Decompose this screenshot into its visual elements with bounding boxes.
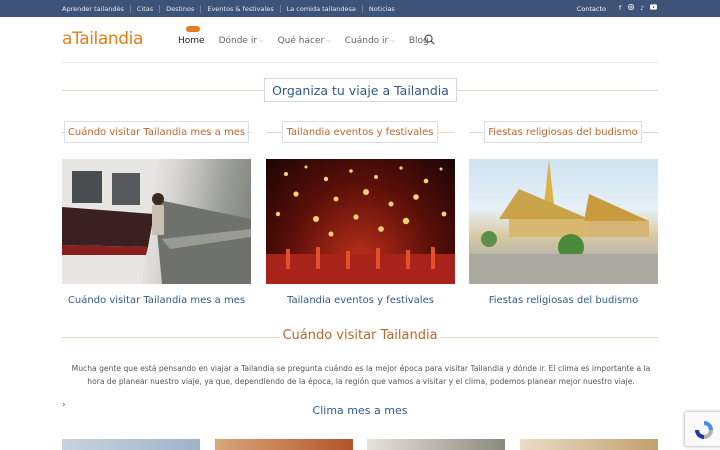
recaptcha-badge[interactable] [684, 411, 720, 447]
recaptcha-icon [695, 421, 713, 439]
page-title: Organiza tu viaje a Tailandia [264, 78, 457, 102]
chevron-down-icon: ⌵ [390, 37, 395, 44]
card-caption-fiestas[interactable]: Fiestas religiosas del budismo [469, 295, 658, 306]
tiktok-icon[interactable]: ♪ [639, 5, 645, 13]
chevron-down-icon: ⌵ [259, 37, 264, 44]
top-link-eventos[interactable]: Eventos & festivales [200, 4, 279, 13]
card-image-lanterns[interactable] [266, 159, 455, 284]
nav-home[interactable]: Home [178, 36, 205, 46]
subsection-title: Clima mes a mes [312, 404, 408, 417]
header-divider [62, 62, 658, 63]
instagram-icon[interactable] [628, 4, 634, 13]
top-right: Contacto f ♪ [577, 0, 657, 17]
month-thumb-1[interactable] [62, 439, 200, 450]
category-title-eventos[interactable]: Tailandia eventos y festivales [282, 121, 438, 143]
nav-donde-ir[interactable]: Dónde ir ⌵ [219, 36, 264, 46]
month-thumb-3[interactable] [367, 439, 505, 450]
top-bar: Aprender tailandés Citas Destinos Evento… [0, 0, 720, 17]
contact-link[interactable]: Contacto [577, 5, 606, 13]
top-link-aprender[interactable]: Aprender tailandés [62, 5, 130, 13]
category-title-fiestas[interactable]: Fiestas religiosas del budismo [484, 121, 642, 143]
card-image-temple[interactable] [469, 159, 658, 284]
search-icon[interactable] [424, 34, 435, 45]
top-link-comida[interactable]: La comida tailandesa [279, 4, 362, 13]
facebook-icon[interactable]: f [617, 5, 623, 13]
chevron-right-icon[interactable]: › [62, 400, 66, 410]
card-caption-cuando[interactable]: Cuándo visitar Tailandia mes a mes [62, 295, 251, 306]
nav-que-hacer[interactable]: Qué hacer ⌵ [278, 36, 331, 46]
top-link-destinos[interactable]: Destinos [159, 4, 200, 13]
section-title: Cuándo visitar Tailandia [280, 328, 440, 343]
top-link-citas[interactable]: Citas [129, 4, 159, 13]
intro-paragraph: Mucha gente que está pensando en viajar … [71, 364, 651, 386]
month-thumb-4[interactable] [520, 439, 658, 450]
nav-cuando-ir[interactable]: Cuándo ir ⌵ [345, 36, 395, 46]
youtube-icon[interactable] [650, 4, 657, 13]
month-thumb-2[interactable] [215, 439, 353, 450]
card-caption-eventos[interactable]: Tailandia eventos y festivales [266, 295, 455, 306]
top-nav: Aprender tailandés Citas Destinos Evento… [62, 0, 401, 17]
top-link-noticias[interactable]: Noticias [361, 4, 401, 13]
category-title-cuando[interactable]: Cuándo visitar Tailandia mes a mes [64, 121, 249, 143]
card-image-train[interactable] [62, 159, 251, 284]
main-nav: Home Dónde ir ⌵ Qué hacer ⌵ Cuándo ir ⌵ Blo… [178, 34, 443, 48]
chevron-down-icon: ⌵ [326, 37, 331, 44]
site-header: aTailandia Home Dónde ir ⌵ Qué hacer ⌵ Cuá… [0, 17, 720, 63]
site-logo[interactable]: aTailandia [62, 26, 200, 49]
logo-mark [186, 26, 200, 32]
